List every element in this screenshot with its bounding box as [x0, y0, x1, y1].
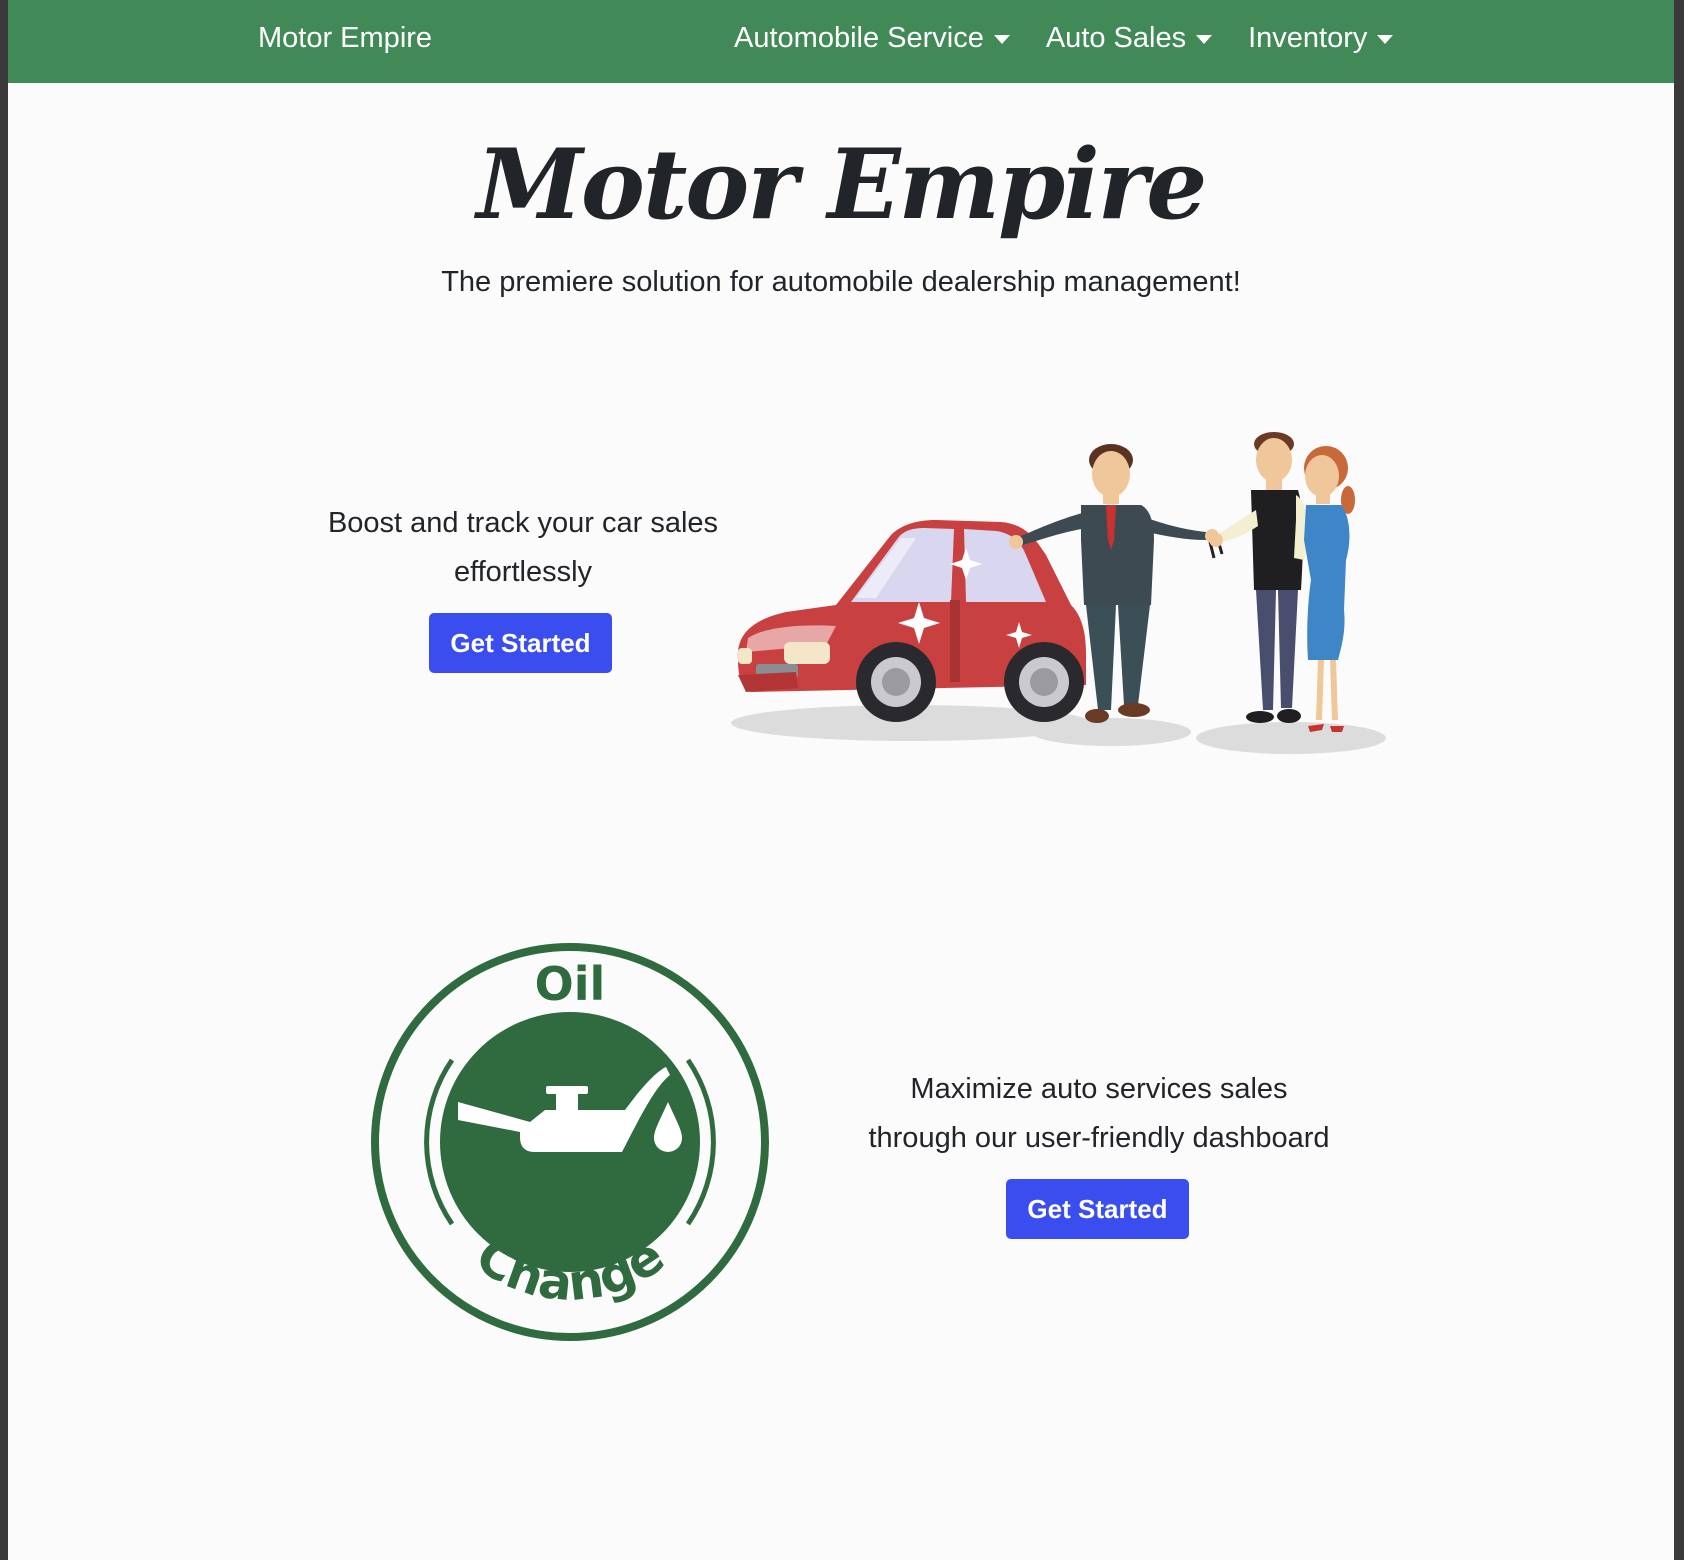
services-feature-line-1: Maximize auto services sales: [910, 1073, 1288, 1105]
sales-feature-line-1: Boost and track your car sales: [327, 507, 719, 539]
car-sale-illustration: [731, 432, 1386, 754]
services-feature-line-2: through our user-friendly dashboard: [868, 1122, 1330, 1154]
page: Motor Empire Automobile Service Auto Sal…: [8, 0, 1674, 1560]
caret-down-icon: [993, 35, 1010, 44]
caret-down-icon: [1377, 35, 1394, 44]
nav-item-label: Automobile Service: [734, 22, 984, 54]
oil-change-badge: Oil Change: [371, 943, 769, 1341]
navbar: Motor Empire Automobile Service Auto Sal…: [8, 0, 1674, 83]
navbar-brand[interactable]: Motor Empire: [258, 22, 432, 55]
sales-feature-text: Boost and track your car sales effortles…: [298, 499, 748, 597]
oil-badge-top-text: Oil: [535, 957, 606, 1011]
nav-item-automobile-service[interactable]: Automobile Service: [734, 22, 1010, 55]
hero-title: Motor Empire: [476, 128, 1208, 241]
services-feature-text: Maximize auto services sales through our…: [834, 1065, 1364, 1163]
nav-item-label: Auto Sales: [1045, 22, 1187, 54]
sales-feature-line-2: effortlessly: [453, 556, 593, 588]
caret-down-icon: [1196, 35, 1213, 44]
nav-item-label: Inventory: [1248, 22, 1368, 54]
services-get-started-button[interactable]: Get Started: [1006, 1179, 1189, 1239]
sales-get-started-button[interactable]: Get Started: [429, 613, 612, 673]
nav-item-inventory[interactable]: Inventory: [1248, 22, 1394, 55]
nav-items: Automobile Service Auto Sales Inventory: [734, 22, 1429, 55]
hero-subtitle: The premiere solution for automobile dea…: [441, 266, 1241, 298]
nav-item-auto-sales[interactable]: Auto Sales: [1045, 22, 1213, 55]
